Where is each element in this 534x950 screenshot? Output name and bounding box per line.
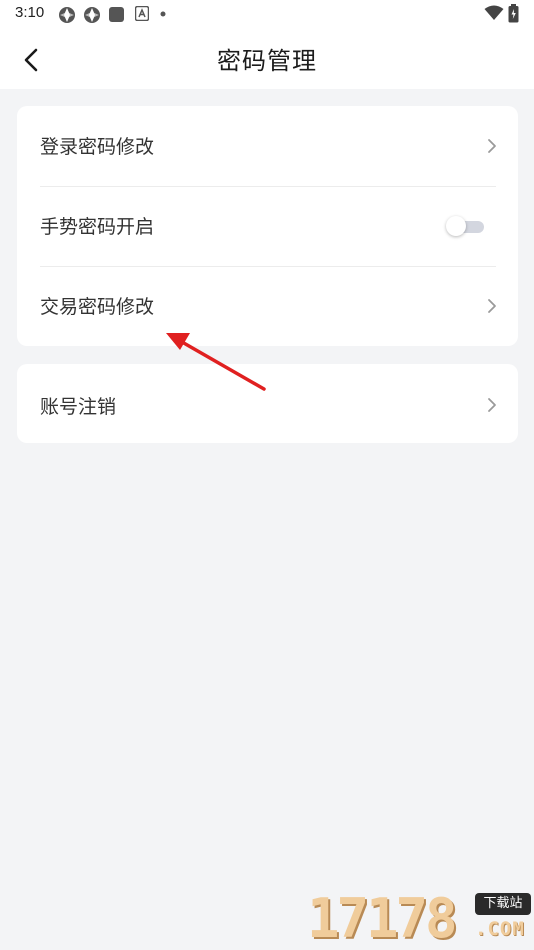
pinwheel-icon: [84, 7, 100, 23]
toggle-knob: [446, 216, 466, 236]
wifi-icon: [484, 5, 504, 20]
a-box-icon: [135, 6, 149, 21]
battery-icon: [508, 4, 519, 23]
row-login-password-change[interactable]: 登录密码修改: [17, 106, 518, 186]
row-gesture-password: 手势密码开启: [17, 186, 518, 266]
row-label: 登录密码修改: [40, 136, 155, 158]
page-title: 密码管理: [217, 47, 317, 75]
chevron-right-icon: [488, 398, 496, 412]
annotation-arrow-icon: [166, 333, 266, 391]
square-app-icon: [109, 7, 124, 22]
password-settings-card: 登录密码修改 手势密码开启 交易密码修改: [17, 106, 518, 346]
pinwheel-icon: [59, 7, 75, 23]
dot-icon: [160, 11, 166, 17]
status-bar: 3:10: [0, 0, 534, 28]
row-label: 账号注销: [40, 396, 117, 418]
gesture-password-toggle[interactable]: [446, 216, 484, 236]
chevron-right-icon: [488, 139, 496, 153]
watermark-number: 17178: [307, 887, 458, 950]
watermark-logo: 17178 下载站 .COM: [307, 888, 533, 950]
watermark-suffix: .COM: [475, 918, 525, 940]
app-header: 密码管理: [0, 28, 534, 89]
watermark-badge: 下载站: [475, 893, 531, 915]
row-label: 手势密码开启: [40, 216, 155, 238]
chevron-right-icon: [488, 299, 496, 313]
row-label: 交易密码修改: [40, 296, 155, 318]
status-time: 3:10: [15, 4, 45, 21]
